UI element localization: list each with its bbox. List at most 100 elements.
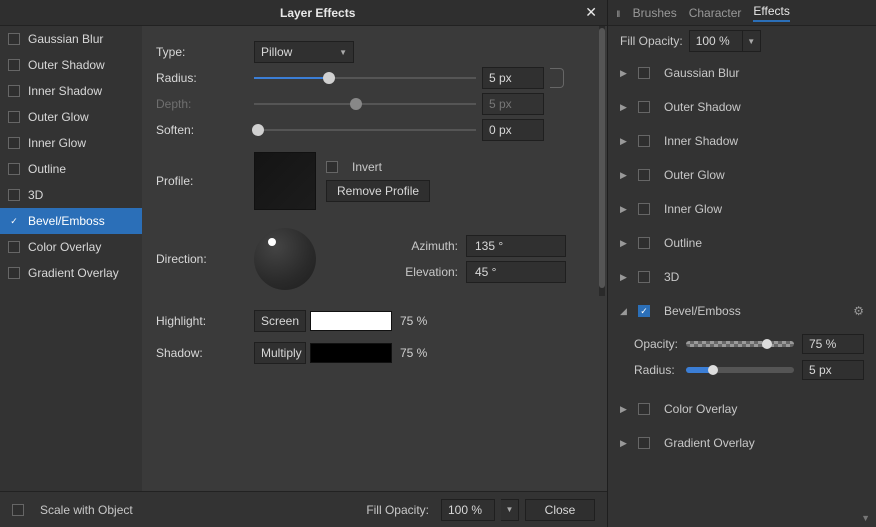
panel-grip-icon[interactable]: ıı [616, 6, 619, 20]
close-button[interactable]: Close [525, 499, 595, 521]
disclosure-arrow-icon[interactable]: ◢ [620, 306, 632, 317]
radius-slider[interactable] [254, 67, 476, 89]
fx-checkbox[interactable] [8, 33, 20, 45]
disclosure-arrow-icon[interactable]: ▶ [620, 404, 632, 415]
fx-item-outline[interactable]: Outline [0, 156, 142, 182]
opacity-input[interactable]: 75 % [802, 334, 864, 354]
tree-checkbox[interactable] [638, 271, 650, 283]
fx-checkbox[interactable] [8, 241, 20, 253]
panel-fill-opacity-label: Fill Opacity: [620, 34, 683, 48]
fx-item-inner-glow[interactable]: Inner Glow [0, 130, 142, 156]
elevation-input[interactable]: 45 ° [466, 261, 566, 283]
fx-checkbox[interactable] [8, 111, 20, 123]
tree-item-outer-glow[interactable]: ▶Outer Glow [608, 158, 876, 192]
tree-item-3d[interactable]: ▶ 3D [608, 260, 876, 294]
invert-label: Invert [352, 160, 382, 174]
tree-checkbox[interactable] [638, 437, 650, 449]
fx-item-label: Inner Glow [28, 136, 86, 150]
tree-item-label: Bevel/Emboss [664, 304, 741, 318]
tree-item-gaussian-blur[interactable]: ▶Gaussian Blur [608, 56, 876, 90]
disclosure-arrow-icon[interactable]: ▶ [620, 204, 632, 215]
fx-checkbox[interactable]: ✓ [8, 215, 20, 227]
fx-item-3d[interactable]: 3D [0, 182, 142, 208]
disclosure-arrow-icon[interactable]: ▶ [620, 68, 632, 79]
tree-item-label: 3D [664, 270, 679, 284]
fx-item-inner-shadow[interactable]: Inner Shadow [0, 78, 142, 104]
fx-item-color-overlay[interactable]: Color Overlay [0, 234, 142, 260]
tree-item-color-overlay[interactable]: ▶Color Overlay [608, 392, 876, 426]
opacity-slider[interactable] [686, 341, 794, 347]
fx-item-bevel-emboss[interactable]: ✓Bevel/Emboss [0, 208, 142, 234]
type-dropdown[interactable]: Pillow ▼ [254, 41, 354, 63]
direction-label: Direction: [156, 252, 254, 266]
fill-opacity-input[interactable]: 100 % [441, 499, 495, 521]
fx-checkbox[interactable] [8, 267, 20, 279]
fx-checkbox[interactable] [8, 189, 20, 201]
disclosure-arrow-icon[interactable]: ▶ [620, 170, 632, 181]
profile-swatch[interactable] [254, 152, 316, 210]
fx-checkbox[interactable] [8, 163, 20, 175]
shadow-opacity-value[interactable]: 75 % [400, 346, 427, 360]
remove-profile-button[interactable]: Remove Profile [326, 180, 430, 202]
dialog-titlebar[interactable]: Layer Effects ✕ [0, 0, 607, 26]
radius-input[interactable]: 5 px [802, 360, 864, 380]
tree-item-outline[interactable]: ▶Outline [608, 226, 876, 260]
invert-checkbox[interactable] [326, 161, 338, 173]
shadow-blend-dropdown[interactable]: Multiply [254, 342, 306, 364]
chevron-down-icon: ▼ [506, 505, 514, 514]
soften-input[interactable]: 0 px [482, 119, 544, 141]
tree-item-label: Gradient Overlay [664, 436, 755, 450]
tree-checkbox[interactable] [638, 203, 650, 215]
highlight-opacity-value[interactable]: 75 % [400, 314, 427, 328]
highlight-blend-dropdown[interactable]: Screen [254, 310, 306, 332]
disclosure-arrow-icon[interactable]: ▶ [620, 238, 632, 249]
fx-item-gradient-overlay[interactable]: Gradient Overlay [0, 260, 142, 286]
fx-checkbox[interactable] [8, 59, 20, 71]
fx-item-outer-glow[interactable]: Outer Glow [0, 104, 142, 130]
shadow-label: Shadow: [156, 346, 254, 360]
tab-brushes[interactable]: Brushes [633, 6, 677, 20]
tree-checkbox[interactable] [638, 101, 650, 113]
tree-item-inner-glow[interactable]: ▶Inner Glow [608, 192, 876, 226]
soften-slider[interactable] [254, 119, 476, 141]
tree-item-outer-shadow[interactable]: ▶Outer Shadow [608, 90, 876, 124]
fx-item-outer-shadow[interactable]: Outer Shadow [0, 52, 142, 78]
tree-checkbox[interactable]: ✓ [638, 305, 650, 317]
radius-input[interactable]: 5 px [482, 67, 544, 89]
disclosure-arrow-icon[interactable]: ▶ [620, 272, 632, 283]
tree-checkbox[interactable] [638, 67, 650, 79]
scrollbar[interactable] [599, 26, 605, 296]
scale-with-object-checkbox[interactable] [12, 504, 24, 516]
tree-item-bevel-emboss[interactable]: ◢ ✓ Bevel/Emboss ⚙ [608, 294, 876, 328]
disclosure-arrow-icon[interactable]: ▶ [620, 438, 632, 449]
radius-slider[interactable] [686, 367, 794, 373]
panel-fill-opacity-input[interactable]: 100 % [689, 30, 743, 52]
close-icon[interactable]: ✕ [585, 4, 597, 21]
tree-checkbox[interactable] [638, 403, 650, 415]
disclosure-arrow-icon[interactable]: ▶ [620, 102, 632, 113]
tree-item-inner-shadow[interactable]: ▶Inner Shadow [608, 124, 876, 158]
chevron-down-icon: ▼ [339, 48, 347, 57]
panel-fill-opacity-dropdown[interactable]: ▼ [743, 30, 761, 52]
tree-checkbox[interactable] [638, 135, 650, 147]
tab-effects[interactable]: Effects [753, 4, 789, 22]
gear-icon[interactable]: ⚙ [853, 304, 864, 318]
shadow-color-swatch[interactable] [310, 343, 392, 363]
fx-item-label: Outline [28, 162, 66, 176]
fill-opacity-dropdown[interactable]: ▼ [501, 499, 519, 521]
resize-grip-icon[interactable]: ▼ [861, 513, 870, 527]
disclosure-arrow-icon[interactable]: ▶ [620, 136, 632, 147]
link-icon[interactable] [550, 68, 564, 88]
direction-ball[interactable] [254, 228, 316, 290]
fill-opacity-label: Fill Opacity: [366, 503, 429, 517]
tree-item-gradient-overlay[interactable]: ▶ Gradient Overlay [608, 426, 876, 460]
tree-checkbox[interactable] [638, 169, 650, 181]
tab-character[interactable]: Character [689, 6, 742, 20]
fx-item-gaussian-blur[interactable]: Gaussian Blur [0, 26, 142, 52]
azimuth-input[interactable]: 135 ° [466, 235, 566, 257]
highlight-color-swatch[interactable] [310, 311, 392, 331]
fx-checkbox[interactable] [8, 137, 20, 149]
fx-checkbox[interactable] [8, 85, 20, 97]
fx-item-label: Inner Shadow [28, 84, 102, 98]
tree-checkbox[interactable] [638, 237, 650, 249]
